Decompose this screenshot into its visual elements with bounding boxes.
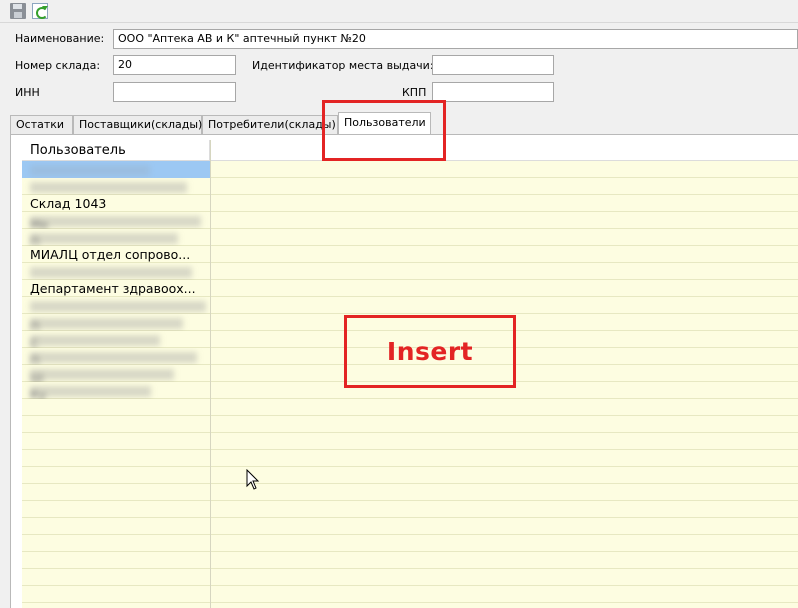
redacted-user-name	[30, 182, 187, 193]
user-name: МИАЛЦ отдел сопрово...	[30, 247, 191, 262]
mouse-pointer-icon	[246, 469, 260, 490]
table-row[interactable]: П	[22, 348, 210, 365]
tab-highlight-box	[322, 100, 446, 161]
table-row[interactable]: Департамент здравоох...	[22, 280, 210, 297]
name-label: Наименование:	[15, 32, 105, 45]
toolbar-divider	[0, 22, 798, 23]
issue-point-label: Идентификатор места выдачи:	[252, 59, 434, 72]
user-name: Склад 1043	[30, 196, 107, 211]
table-row[interactable]	[22, 297, 210, 314]
table-row[interactable]: МИАЛЦ отдел сопрово...	[22, 246, 210, 263]
redacted-user-name: Ме	[30, 216, 201, 229]
tab-suppliers[interactable]: Поставщики(склады)	[73, 115, 202, 134]
redacted-user-name	[30, 301, 206, 312]
inn-field[interactable]	[113, 82, 236, 102]
table-row[interactable]	[22, 178, 210, 195]
redacted-user-name: П	[30, 318, 183, 331]
name-field[interactable]: ООО "Аптека АВ и К" аптечный пункт №20	[113, 29, 798, 49]
save-icon[interactable]	[10, 3, 26, 19]
refresh-icon[interactable]	[32, 3, 48, 19]
table-row[interactable]: Ме	[22, 212, 210, 229]
table-row[interactable]	[22, 161, 210, 178]
redacted-user-name: Ш	[30, 369, 174, 382]
kpp-field[interactable]	[432, 82, 554, 102]
column-header-user[interactable]: Пользователь	[22, 140, 210, 161]
table-row[interactable]: Ш	[22, 365, 210, 382]
redacted-user-name: П	[30, 233, 178, 246]
tab-consumers[interactable]: Потребители(склады)	[202, 115, 338, 134]
table-row[interactable]	[22, 263, 210, 280]
inn-label: ИНН	[15, 86, 40, 99]
redacted-user-name: Ку	[30, 386, 151, 399]
warehouse-field[interactable]: 20	[113, 55, 236, 75]
insert-annotation-label: Insert	[386, 337, 474, 366]
grid-rows: Склад 1043 Ме П МИАЛЦ отдел сопрово... Депар…	[22, 161, 210, 399]
column-divider	[210, 140, 211, 608]
table-row[interactable]: Склад 1043	[22, 195, 210, 212]
tab-ostatki[interactable]: Остатки	[10, 115, 73, 134]
redacted-user-name: П	[30, 352, 197, 365]
table-row[interactable]: П	[22, 314, 210, 331]
toolbar	[0, 0, 798, 22]
redacted-user-name	[30, 267, 192, 278]
warehouse-label: Номер склада:	[15, 59, 101, 72]
table-row[interactable]: С	[22, 331, 210, 348]
table-row[interactable]: Ку	[22, 382, 210, 399]
issue-point-field[interactable]	[432, 55, 554, 75]
redacted-user-name	[30, 165, 150, 176]
user-name: Департамент здравоох...	[30, 281, 196, 296]
redacted-user-name: С	[30, 335, 160, 348]
table-row[interactable]: П	[22, 229, 210, 246]
insert-annotation-box: Insert	[344, 315, 516, 388]
kpp-label: КПП	[402, 86, 427, 99]
